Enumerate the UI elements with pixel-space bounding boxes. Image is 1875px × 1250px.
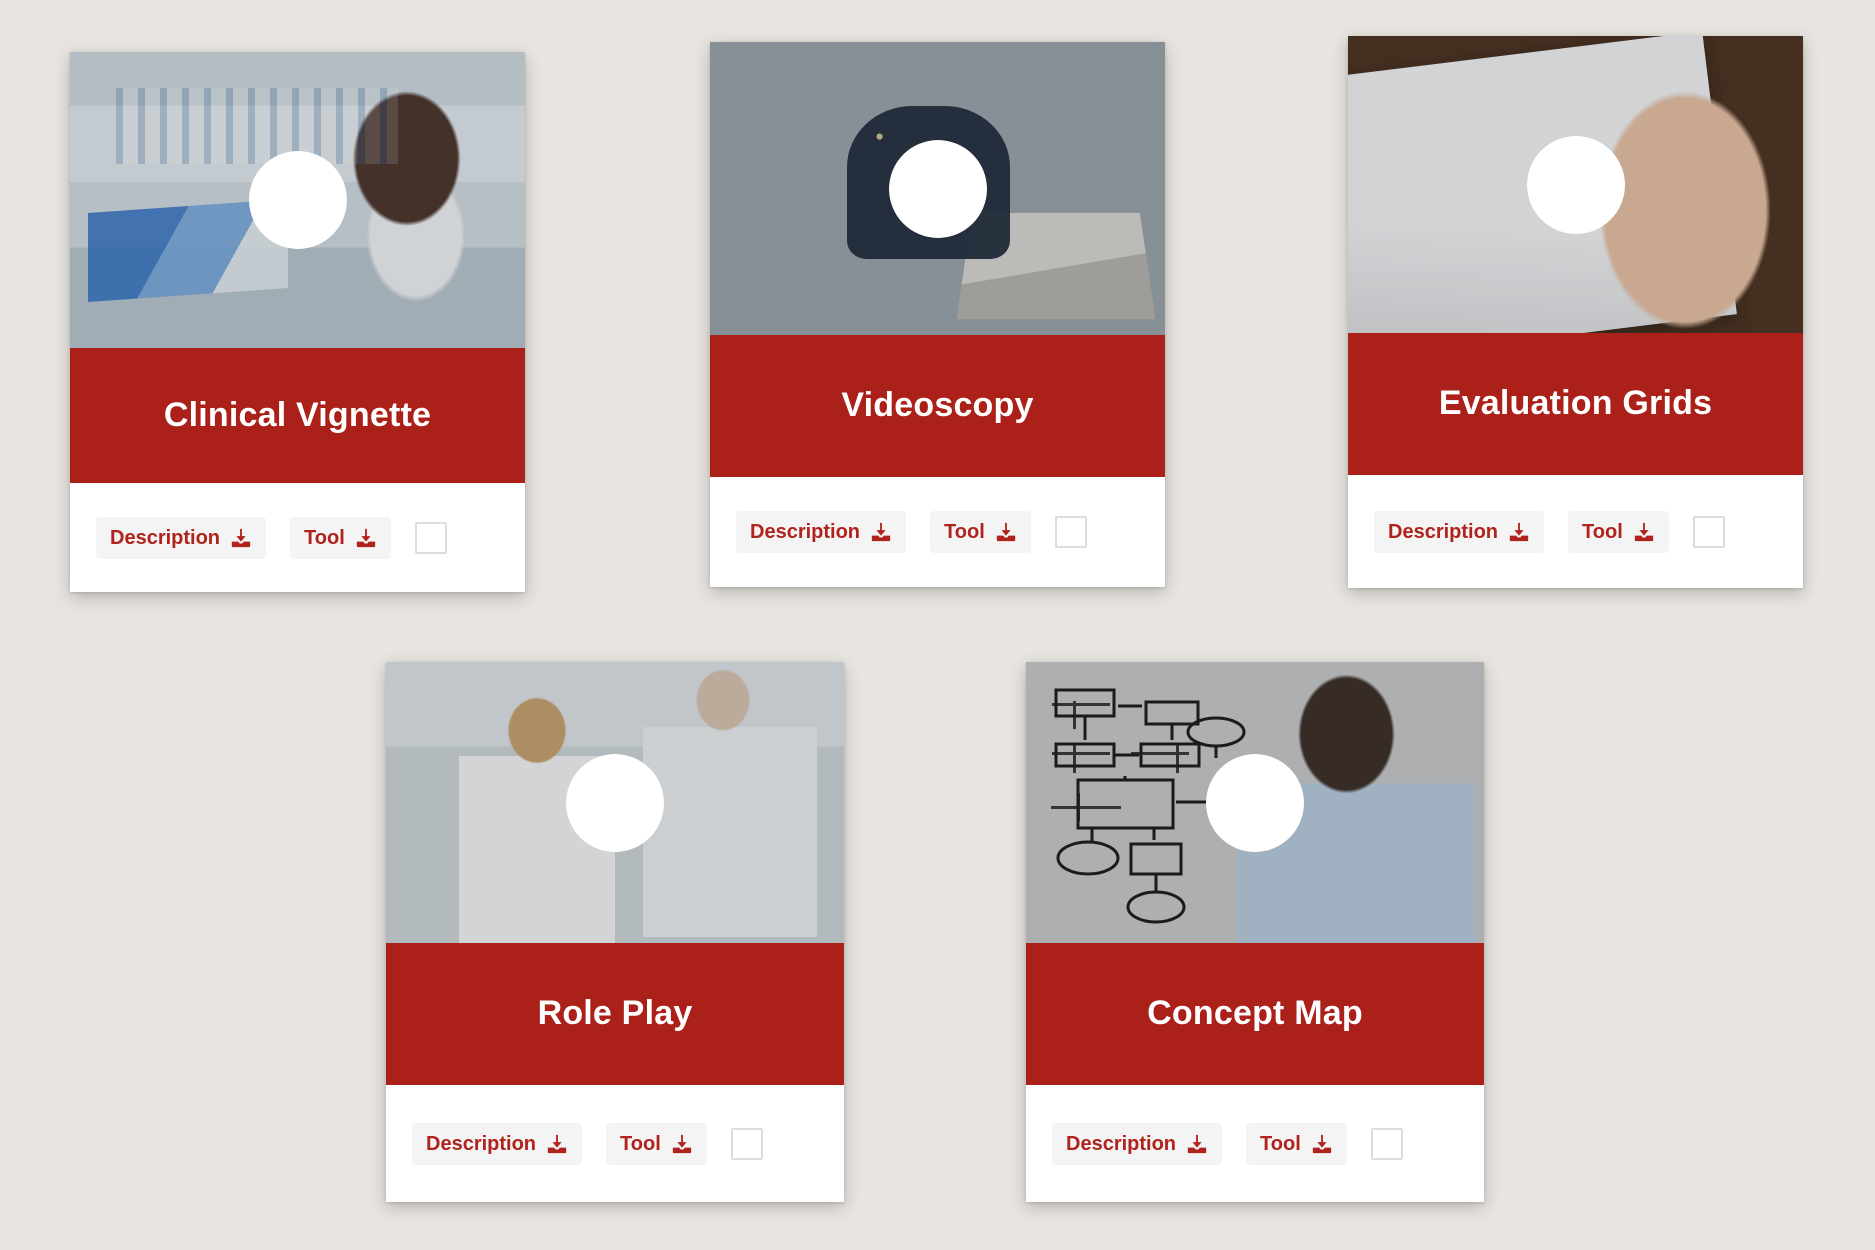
play-icon[interactable]: [1206, 753, 1304, 852]
card-title-band: Clinical Vignette: [70, 348, 525, 483]
tool-button-label: Tool: [1582, 520, 1623, 543]
tool-button-label: Tool: [1260, 1132, 1301, 1155]
play-icon[interactable]: [248, 151, 347, 249]
play-icon[interactable]: [1526, 135, 1625, 234]
description-button-label: Description: [750, 521, 861, 543]
selection-checkbox[interactable]: [1370, 1127, 1403, 1160]
download-icon: [355, 527, 377, 549]
description-download-button[interactable]: Description: [412, 1122, 583, 1165]
card-clinical-vignette[interactable]: Clinical Vignette Description Tool: [70, 52, 525, 592]
tool-download-button[interactable]: Tool: [1246, 1122, 1347, 1165]
play-icon[interactable]: [566, 753, 664, 852]
tool-button-label: Tool: [304, 526, 345, 549]
description-button-label: Description: [1066, 1132, 1177, 1155]
card-thumbnail[interactable]: [70, 52, 525, 348]
card-thumbnail[interactable]: [710, 42, 1165, 335]
play-icon[interactable]: [888, 139, 987, 238]
card-concept-map[interactable]: Concept Map Description Tool: [1026, 662, 1484, 1202]
description-button-label: Description: [426, 1132, 537, 1155]
download-icon: [230, 527, 252, 549]
card-role-play[interactable]: Role Play Description Tool: [386, 662, 844, 1202]
download-icon: [1508, 521, 1530, 543]
card-grid-page: Clinical Vignette Description Tool Video…: [0, 0, 1875, 1250]
download-icon: [1311, 1133, 1333, 1155]
selection-checkbox[interactable]: [1054, 516, 1087, 548]
selection-checkbox[interactable]: [1692, 515, 1725, 548]
description-download-button[interactable]: Description: [1052, 1122, 1223, 1165]
description-download-button[interactable]: Description: [96, 516, 267, 559]
card-actions: Description Tool: [1348, 475, 1803, 588]
description-download-button[interactable]: Description: [736, 511, 907, 553]
description-button-label: Description: [1388, 520, 1499, 543]
description-button-label: Description: [110, 526, 221, 549]
tool-download-button[interactable]: Tool: [290, 516, 391, 559]
tool-button-label: Tool: [620, 1132, 661, 1155]
selection-checkbox[interactable]: [730, 1127, 763, 1160]
tool-download-button[interactable]: Tool: [606, 1122, 707, 1165]
download-icon: [995, 521, 1017, 543]
card-actions: Description Tool: [386, 1085, 844, 1202]
tool-download-button[interactable]: Tool: [1568, 510, 1669, 553]
card-title: Videoscopy: [841, 386, 1034, 425]
selection-checkbox[interactable]: [414, 521, 447, 554]
card-actions: Description Tool: [1026, 1085, 1484, 1202]
card-title: Evaluation Grids: [1438, 384, 1713, 423]
download-icon: [870, 521, 892, 543]
tool-download-button[interactable]: Tool: [930, 511, 1031, 553]
description-download-button[interactable]: Description: [1374, 510, 1545, 553]
card-title: Role Play: [537, 994, 693, 1033]
card-title: Clinical Vignette: [163, 395, 432, 434]
card-actions: Description Tool: [70, 483, 525, 592]
card-videoscopy[interactable]: Videoscopy Description Tool: [710, 42, 1165, 587]
card-evaluation-grids[interactable]: Evaluation Grids Description Tool: [1348, 36, 1803, 588]
card-title-band: Videoscopy: [710, 335, 1165, 477]
card-title-band: Concept Map: [1026, 943, 1484, 1085]
card-title: Concept Map: [1147, 994, 1363, 1033]
card-thumbnail[interactable]: [1026, 662, 1484, 943]
download-icon: [1633, 521, 1655, 543]
card-thumbnail[interactable]: [1348, 36, 1803, 333]
download-icon: [1186, 1133, 1208, 1155]
card-title-band: Evaluation Grids: [1348, 333, 1803, 475]
tool-button-label: Tool: [944, 521, 985, 543]
card-thumbnail[interactable]: [386, 662, 844, 943]
download-icon: [671, 1133, 693, 1155]
card-actions: Description Tool: [710, 477, 1165, 587]
card-title-band: Role Play: [386, 943, 844, 1085]
download-icon: [546, 1133, 568, 1155]
